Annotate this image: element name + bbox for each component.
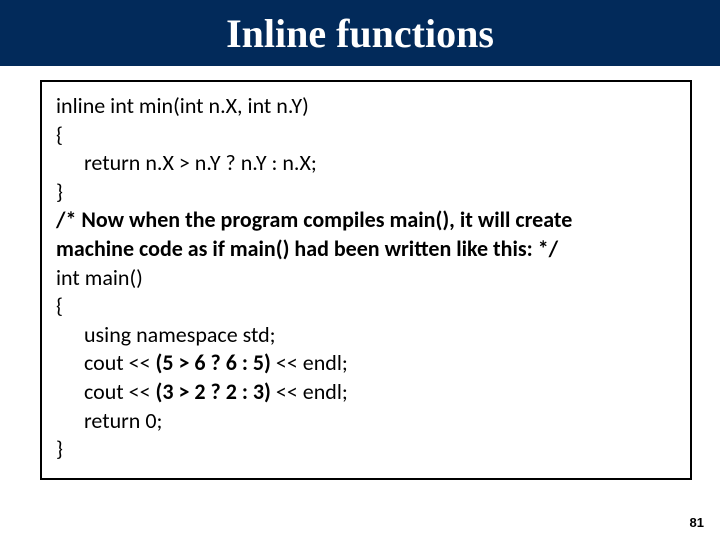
code-line-4: }	[56, 178, 676, 207]
code-line-7: int main()	[56, 264, 676, 293]
inline-expansion-2: (3 > 2 ? 2 : 3)	[156, 378, 271, 405]
slide-title: Inline functions	[226, 10, 494, 57]
title-bar: Inline functions	[0, 0, 720, 66]
code-line-12: return 0;	[56, 407, 676, 436]
code-box: inline int min(int n.X, int n.Y) { retur…	[40, 80, 692, 480]
code-line-13: }	[56, 435, 676, 464]
cout-prefix-2: cout <<	[84, 378, 156, 405]
inline-expansion-1: (5 > 6 ? 6 : 5)	[156, 349, 271, 376]
cout-suffix-1: << endl;	[271, 349, 348, 376]
code-line-8: {	[56, 292, 676, 321]
code-line-2: {	[56, 121, 676, 150]
page-number: 81	[690, 515, 704, 530]
code-line-10: cout << (5 > 6 ? 6 : 5) << endl;	[56, 349, 676, 378]
cout-prefix-1: cout <<	[84, 349, 156, 376]
code-comment-2: machine code as if main() had been writt…	[56, 235, 676, 264]
code-line-11: cout << (3 > 2 ? 2 : 3) << endl;	[56, 378, 676, 407]
code-line-9: using namespace std;	[56, 321, 676, 350]
cout-suffix-2: << endl;	[271, 378, 348, 405]
code-comment-1: /* Now when the program compiles main(),…	[56, 206, 676, 235]
code-line-3: return n.X > n.Y ? n.Y : n.X;	[56, 149, 676, 178]
code-line-1: inline int min(int n.X, int n.Y)	[56, 92, 676, 121]
